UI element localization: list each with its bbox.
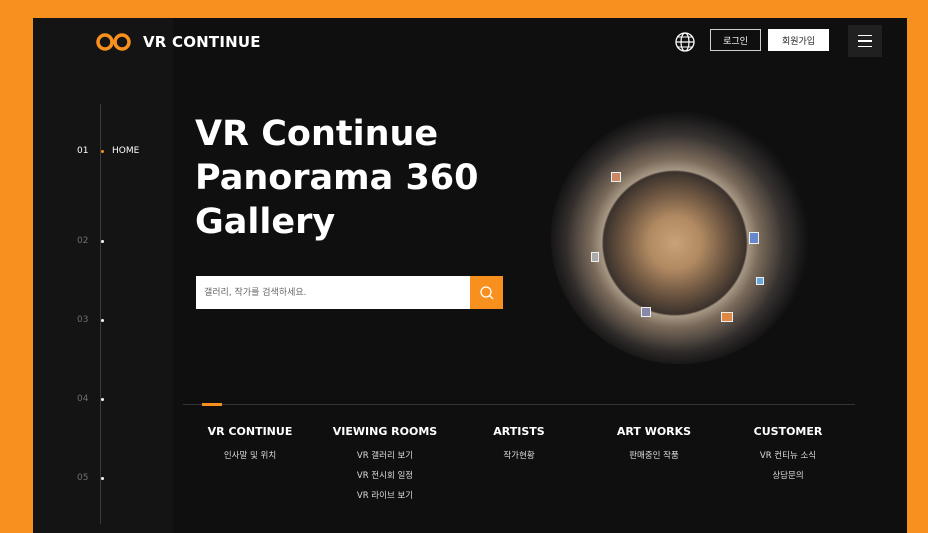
footer-col-artists: ARTISTS 작가현황 (449, 425, 589, 466)
artwork-thumb (756, 277, 764, 285)
sidenav-dot (101, 397, 104, 401)
artwork-thumb (591, 252, 599, 262)
sidenav-number: 04 (77, 394, 89, 404)
sidenav-line (100, 104, 101, 524)
divider-accent (202, 403, 222, 406)
artwork-thumb (611, 172, 621, 182)
search-button[interactable] (470, 276, 503, 309)
hero-title: VR Continue Panorama 360 Gallery (195, 112, 535, 244)
footer-col-viewing-rooms: VIEWING ROOMS VR 갤러리 보기 VR 전시회 일정 VR 라이브… (315, 425, 455, 506)
sidenav-dot (101, 318, 104, 322)
footer-link[interactable]: VR 갤러리 보기 (315, 446, 455, 466)
footer-link[interactable]: 판매중인 작품 (584, 446, 724, 466)
sidenav-label: HOME (112, 146, 140, 156)
infinity-logo-icon (96, 33, 131, 51)
footer-col-title[interactable]: CUSTOMER (718, 425, 858, 438)
login-button[interactable]: 로그인 (710, 29, 761, 51)
sidenav-item-04[interactable]: 04 (77, 394, 104, 404)
hero-title-line: Panorama 360 (195, 158, 479, 198)
sidenav-number: 05 (77, 473, 89, 483)
page-frame: VR CONTINUE 로그인 회원가입 01 HOME 02 03 04 05… (33, 18, 907, 533)
search-icon (479, 285, 493, 299)
search-input[interactable] (196, 276, 470, 309)
sidenav-dot (101, 476, 104, 480)
divider (183, 404, 855, 405)
search-bar (196, 276, 503, 309)
footer-col-title[interactable]: VR CONTINUE (180, 425, 320, 438)
footer-col-title[interactable]: ARTISTS (449, 425, 589, 438)
sidenav-item-home[interactable]: 01 HOME (77, 146, 139, 156)
artwork-thumb (721, 312, 733, 322)
footer-col-vr-continue: VR CONTINUE 인사말 및 위치 (180, 425, 320, 466)
hero-title-line: VR Continue (195, 114, 439, 154)
footer-col-title[interactable]: ART WORKS (584, 425, 724, 438)
sidenav-dot (101, 239, 104, 243)
footer-link[interactable]: VR 컨티뉴 소식 (718, 446, 858, 466)
brand-logo[interactable]: VR CONTINUE (95, 32, 261, 52)
footer-link[interactable]: VR 라이브 보기 (315, 486, 455, 506)
sidenav-number: 01 (77, 146, 89, 156)
sidenav-number: 02 (77, 236, 89, 246)
sidenav-number: 03 (77, 315, 89, 325)
artwork-thumb (749, 232, 759, 244)
hero-title-line: Gallery (195, 202, 336, 242)
brand-name: VR CONTINUE (143, 33, 261, 51)
sidenav-dot (101, 149, 104, 153)
sidenav-item-03[interactable]: 03 (77, 315, 104, 325)
hamburger-menu-icon[interactable] (848, 25, 882, 57)
footer-col-customer: CUSTOMER VR 컨티뉴 소식 상담문의 (718, 425, 858, 486)
panorama-360-image[interactable] (551, 112, 809, 364)
globe-icon[interactable] (674, 31, 696, 53)
footer-link[interactable]: 인사말 및 위치 (180, 446, 320, 466)
footer-link[interactable]: VR 전시회 일정 (315, 466, 455, 486)
footer-col-title[interactable]: VIEWING ROOMS (315, 425, 455, 438)
footer-col-art-works: ART WORKS 판매중인 작품 (584, 425, 724, 466)
footer-link[interactable]: 작가현황 (449, 446, 589, 466)
join-button[interactable]: 회원가입 (768, 29, 829, 51)
sidenav-item-05[interactable]: 05 (77, 473, 104, 483)
artwork-thumb (641, 307, 651, 317)
sidenav-item-02[interactable]: 02 (77, 236, 104, 246)
footer-link[interactable]: 상담문의 (718, 466, 858, 486)
